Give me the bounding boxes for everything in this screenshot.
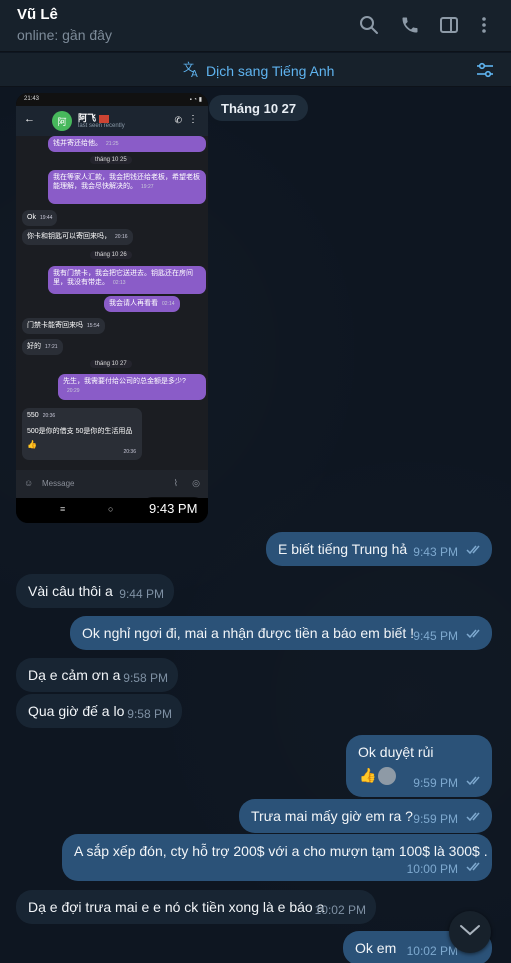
message-bubble-in[interactable]: Vài câu thôi a 9:44 PM <box>16 574 174 608</box>
phone-message-placeholder: Message <box>42 479 75 488</box>
date-separator: Tháng 10 27 <box>209 95 309 121</box>
message-time: 9:59 PM <box>413 812 458 826</box>
message-bubble-in[interactable]: Dạ e cảm ơn a 9:58 PM <box>16 658 178 692</box>
thumbs-up-icon: 👍 <box>27 440 37 449</box>
message-time: 9:45 PM <box>413 629 458 643</box>
phone-call-icon: ✆ <box>174 115 182 125</box>
double-check-icon <box>466 542 484 558</box>
phone-message: 先生，我需要付给公司的总金额是多少?20:29 <box>58 374 206 400</box>
avatar <box>378 767 397 785</box>
chat-header: Vũ Lê online: gần đây <box>0 0 511 52</box>
phone-status-icons: ▪ ◔ ▮ <box>189 97 202 103</box>
message-time: 10:02 PM <box>314 903 366 917</box>
chevron-down-icon <box>459 923 481 942</box>
phone-avatar: 阿 <box>52 111 72 131</box>
phone-message: 好的 17:21 <box>22 339 63 355</box>
phone-message: 钱并寄还给他。 21:25 <box>48 136 206 152</box>
flag-badge-icon <box>99 114 110 123</box>
phone-status-time: 21:43 <box>24 96 40 102</box>
message-bubble-in[interactable]: Qua giờ đế a lo 9:58 PM <box>16 694 182 728</box>
phone-icon[interactable] <box>399 14 421 36</box>
phone-message: 门禁卡能寄回来吗 15:54 <box>22 318 105 334</box>
back-arrow-icon: ← <box>24 113 35 125</box>
search-icon[interactable] <box>358 14 380 36</box>
phone-status-bar: 21:43 ▪ ◔ ▮ <box>16 93 208 106</box>
phone-message: 我会请人再看看 02:14 <box>104 296 180 312</box>
reactions[interactable]: 👍 <box>359 767 397 785</box>
message-text: Trưa mai mấy giờ em ra ? <box>251 808 413 824</box>
double-check-icon <box>466 626 484 642</box>
thumbs-up-icon: 👍 <box>359 767 377 783</box>
contact-status: online: gần đây <box>17 27 112 43</box>
recent-apps-icon: ≡ <box>60 504 66 514</box>
phone-date: tháng 10 27 <box>90 360 132 368</box>
message-bubble-out[interactable]: Ok nghỉ ngơi đi, mai a nhận được tiền a … <box>70 616 492 650</box>
filter-icon[interactable] <box>475 60 495 85</box>
sidebar-toggle-icon[interactable] <box>438 14 460 36</box>
phone-more-icon: ⋮ <box>188 114 198 125</box>
message-bubble-out[interactable]: A sắp xếp đón, cty hỗ trợ 200$ với a cho… <box>62 834 492 881</box>
message-time: 9:58 PM <box>127 707 172 721</box>
home-icon: ○ <box>108 504 114 514</box>
message-bubble-out[interactable]: Trưa mai mấy giờ em ra ? 9:59 PM <box>239 799 492 833</box>
message-time: 9:43 PM <box>413 545 458 559</box>
message-text: A sắp xếp đón, cty hỗ trợ 200$ với a cho… <box>74 843 488 859</box>
translate-button[interactable]: 文A Dịch sang Tiếng Anh <box>183 60 334 81</box>
phone-message: 我有门禁卡，我会把它送进去。钥匙还在房间里，我没有带走。 02:13 <box>48 266 206 294</box>
scroll-down-button[interactable] <box>449 911 491 953</box>
double-check-icon <box>466 859 484 875</box>
translate-bar: 文A Dịch sang Tiếng Anh <box>0 53 511 87</box>
message-time: 9:59 PM <box>413 776 458 790</box>
emoji-icon: ☺ <box>24 478 34 488</box>
message-text: Dạ e cảm ơn a <box>28 667 121 683</box>
message-time: 10:02 PM <box>406 944 458 958</box>
attach-icon: ⌇ <box>173 478 178 488</box>
double-check-icon <box>466 809 484 825</box>
photo-timestamp: 9:43 PM <box>141 497 206 519</box>
double-check-icon <box>466 773 484 789</box>
message-text: Vài câu thôi a <box>28 583 113 599</box>
translate-icon: 文A <box>183 60 201 81</box>
phone-chat-header: ← 阿 阿飞 last seen recently ✆ ⋮ <box>16 106 208 136</box>
phone-message: Ok 19:44 <box>22 210 58 226</box>
camera-icon: ◎ <box>192 478 200 488</box>
message-text: Dạ e đợi trưa mai e e nó ck tiền xong là… <box>28 899 325 915</box>
phone-chat-body: 钱并寄还给他。 21:25 tháng 10 25 我在等家人汇款，我会把钱还给老… <box>16 136 208 470</box>
more-vert-icon[interactable] <box>473 14 495 36</box>
phone-date: tháng 10 26 <box>90 251 132 259</box>
message-bubble-out[interactable]: Ok duyệt rủi 👍 9:59 PM <box>346 735 492 797</box>
photo-message[interactable]: 21:43 ▪ ◔ ▮ ← 阿 阿飞 last seen recently ✆ … <box>16 93 208 523</box>
message-text: Ok em <box>355 940 397 956</box>
message-time: 9:44 PM <box>119 587 164 601</box>
translate-label: Dịch sang Tiếng Anh <box>206 62 335 79</box>
message-time: 9:58 PM <box>123 671 168 685</box>
svg-text:A: A <box>191 69 198 78</box>
phone-message: 你卡和钥匙可以寄回来吗， 20:16 <box>22 229 133 245</box>
phone-last-seen: last seen recently <box>78 123 125 129</box>
message-text: Ok duyệt rủi <box>358 744 434 760</box>
message-time: 10:00 PM <box>406 862 458 876</box>
phone-message: 550 20:36 500是你的借支 50是你的生活用品 👍 20:36 <box>22 408 142 460</box>
message-text: Ok nghỉ ngơi đi, mai a nhận được tiền a … <box>82 625 415 641</box>
message-bubble-in[interactable]: Dạ e đợi trưa mai e e nó ck tiền xong là… <box>16 890 376 924</box>
phone-input-bar: ☺ Message ⌇ ◎ <box>16 470 208 498</box>
phone-date: tháng 10 25 <box>90 156 132 164</box>
message-text: E biết tiếng Trung hả <box>278 541 408 557</box>
message-text: Qua giờ đế a lo <box>28 703 125 719</box>
phone-message: 我在等家人汇款，我会把钱还给老板，希望老板能理解，我会尽快解决的。 19:27 <box>48 170 206 204</box>
message-bubble-out[interactable]: E biết tiếng Trung hả 9:43 PM <box>266 532 492 566</box>
phone-contact-name: 阿飞 <box>78 113 97 123</box>
contact-name[interactable]: Vũ Lê <box>17 6 58 23</box>
